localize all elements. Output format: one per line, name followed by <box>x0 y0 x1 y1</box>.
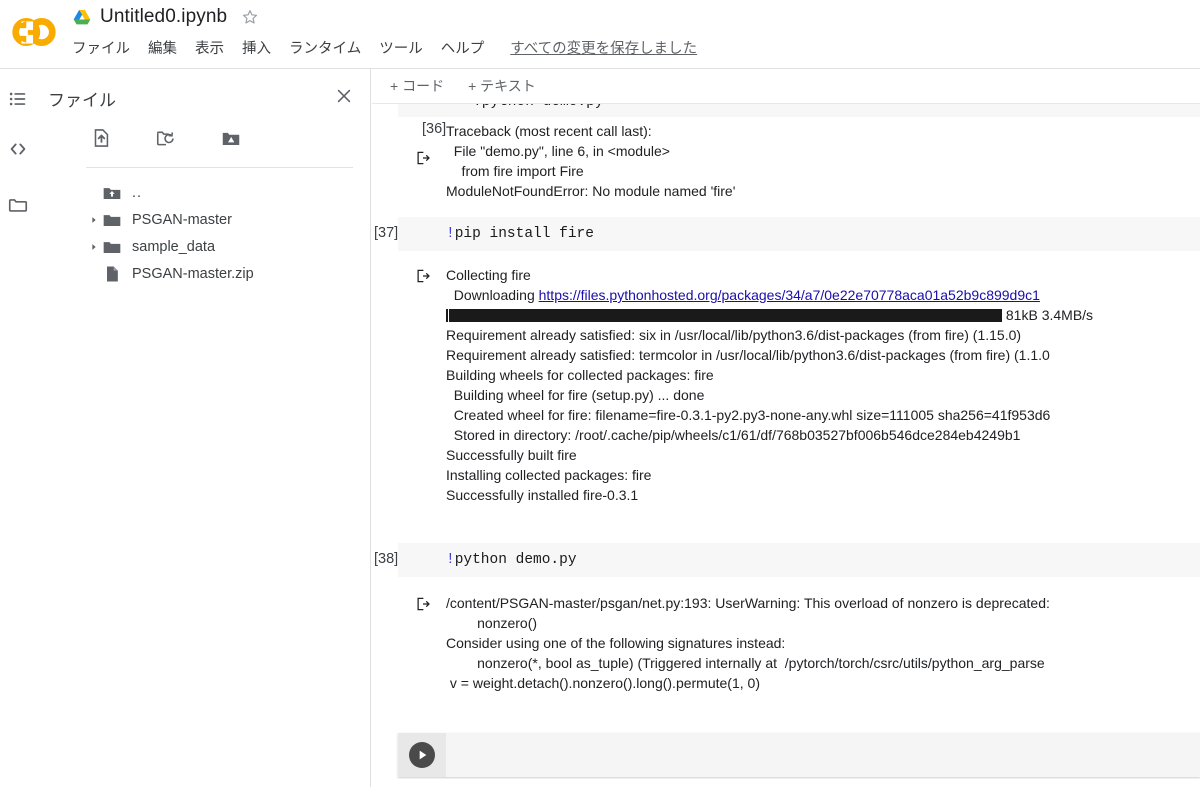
folder-icon <box>102 237 122 257</box>
cell-output-38: /content/PSGAN-master/psgan/net.py:193: … <box>398 577 1200 709</box>
files-panel: ファイル .. PSGAN-master sample_data PSGAN-m… <box>38 69 371 787</box>
cell-code-37: !pip install fire <box>446 226 1200 242</box>
folder-refresh-icon[interactable] <box>155 127 177 149</box>
file-tree-label: sample_data <box>132 238 216 255</box>
cell-code-38: !python demo.py <box>446 552 1200 568</box>
code-brackets-icon[interactable] <box>7 138 31 162</box>
chevron-right-icon[interactable] <box>86 239 102 255</box>
file-tree: .. PSGAN-master sample_data PSGAN-master… <box>86 179 371 287</box>
cell-output-37: Collecting fire Downloading https://file… <box>398 251 1200 521</box>
download-progress-bar <box>449 309 1002 322</box>
save-status-link[interactable]: すべての変更を保存しました <box>510 37 697 58</box>
cell-output-rest-37: Requirement already satisfied: six in /u… <box>446 327 1051 503</box>
execution-count-36: [36] <box>422 121 447 137</box>
cell-input-38[interactable]: [38] !python demo.py <box>374 543 1200 577</box>
cell-run-gutter <box>398 733 446 777</box>
file-tree-row-psgan-master-zip[interactable]: PSGAN-master.zip <box>86 260 371 287</box>
page-title[interactable]: Untitled0.ipynb <box>100 6 227 28</box>
clipped-cell-code: !python demo.py <box>473 104 604 110</box>
progress-size-text: 81kB 3.4MB/s <box>1002 307 1094 323</box>
document-title-row: Untitled0.ipynb <box>72 2 259 32</box>
menu-bar: ファイル 編集 表示 挿入 ランタイム ツール ヘルプ すべての変更を保存しまし… <box>72 34 697 60</box>
files-panel-toolbar <box>90 127 242 149</box>
run-cell-button[interactable] <box>409 742 435 768</box>
cell-output-text-36: Traceback (most recent call last): File … <box>446 123 736 199</box>
output-line-collecting: Collecting fire <box>446 267 531 283</box>
google-drive-icon <box>72 7 92 27</box>
notebook-scroll-container[interactable]: !python demo.py [36] Traceback (most rec… <box>372 104 1200 787</box>
execution-count-37: [37] <box>374 225 399 241</box>
add-code-cell-button[interactable]: + コード <box>390 76 444 96</box>
file-tree-label: PSGAN-master <box>132 211 232 228</box>
file-tree-label: .. <box>132 184 143 201</box>
table-of-contents-icon[interactable] <box>7 88 31 112</box>
files-panel-title: ファイル <box>48 91 116 110</box>
play-icon <box>419 750 427 760</box>
notebook-area: + コード + テキスト !python demo.py [36] <box>372 69 1200 787</box>
files-panel-divider <box>86 167 353 168</box>
colab-app: Untitled0.ipynb ファイル 編集 表示 挿入 ランタイム ツール … <box>0 0 1200 787</box>
menu-item-file[interactable]: ファイル <box>72 37 130 58</box>
output-arrow-icon <box>414 595 432 613</box>
add-text-cell-button[interactable]: + テキスト <box>468 76 536 96</box>
download-url-link[interactable]: https://files.pythonhosted.org/packages/… <box>539 287 1040 303</box>
cell-output-text-38: /content/PSGAN-master/psgan/net.py:193: … <box>446 595 1050 691</box>
star-outline-icon[interactable] <box>241 8 259 26</box>
colab-logo <box>8 6 60 58</box>
cell-output-36: [36] Traceback (most recent call last): … <box>398 117 1200 217</box>
menu-item-edit[interactable]: 編集 <box>148 37 177 58</box>
notebook-cell-37: [37] !pip install fire Collecting fire D… <box>372 217 1200 521</box>
folder-icon <box>102 210 122 230</box>
cell-output-text-37: Collecting fire Downloading https://file… <box>446 265 1200 505</box>
folder-up-icon <box>102 183 122 203</box>
file-icon <box>102 264 122 284</box>
menu-item-insert[interactable]: 挿入 <box>242 37 271 58</box>
chevron-right-icon[interactable] <box>86 212 102 228</box>
cell-input-37[interactable]: [37] !pip install fire <box>374 217 1200 251</box>
clipped-cell-top[interactable]: !python demo.py <box>398 104 1200 117</box>
file-tree-row-parent[interactable]: .. <box>86 179 371 206</box>
menu-item-tools[interactable]: ツール <box>379 37 423 58</box>
menu-item-help[interactable]: ヘルプ <box>441 37 485 58</box>
empty-code-cell[interactable] <box>398 733 1200 777</box>
app-header: Untitled0.ipynb ファイル 編集 表示 挿入 ランタイム ツール … <box>0 0 1200 68</box>
notebook-cell-36: [36] Traceback (most recent call last): … <box>372 117 1200 217</box>
cell-code-body-37: pip install fire <box>454 226 594 242</box>
left-icon-rail <box>0 69 38 787</box>
close-icon[interactable] <box>334 86 354 106</box>
output-arrow-icon <box>414 267 432 285</box>
notebook-toolbar: + コード + テキスト <box>372 69 1200 104</box>
cell-code-body-38: python demo.py <box>454 552 577 568</box>
file-tree-row-sample-data[interactable]: sample_data <box>86 233 371 260</box>
execution-count-38: [38] <box>374 551 399 567</box>
menu-item-view[interactable]: 表示 <box>195 37 224 58</box>
output-line-downloading-prefix: Downloading <box>446 287 539 303</box>
drive-mount-icon[interactable] <box>220 127 242 149</box>
progress-tick <box>446 309 448 322</box>
shell-bang-token: ! <box>446 552 455 568</box>
menu-item-runtime[interactable]: ランタイム <box>289 37 361 58</box>
notebook-cell-38: [38] !python demo.py /content/PSGAN-mast… <box>372 543 1200 709</box>
file-tree-row-psgan-master[interactable]: PSGAN-master <box>86 206 371 233</box>
folder-icon[interactable] <box>7 194 31 218</box>
file-tree-label: PSGAN-master.zip <box>132 265 254 282</box>
file-upload-icon[interactable] <box>90 127 112 149</box>
output-arrow-icon <box>414 149 432 167</box>
notebook-bottom-fade <box>372 779 1200 787</box>
shell-bang-token: ! <box>446 226 455 242</box>
